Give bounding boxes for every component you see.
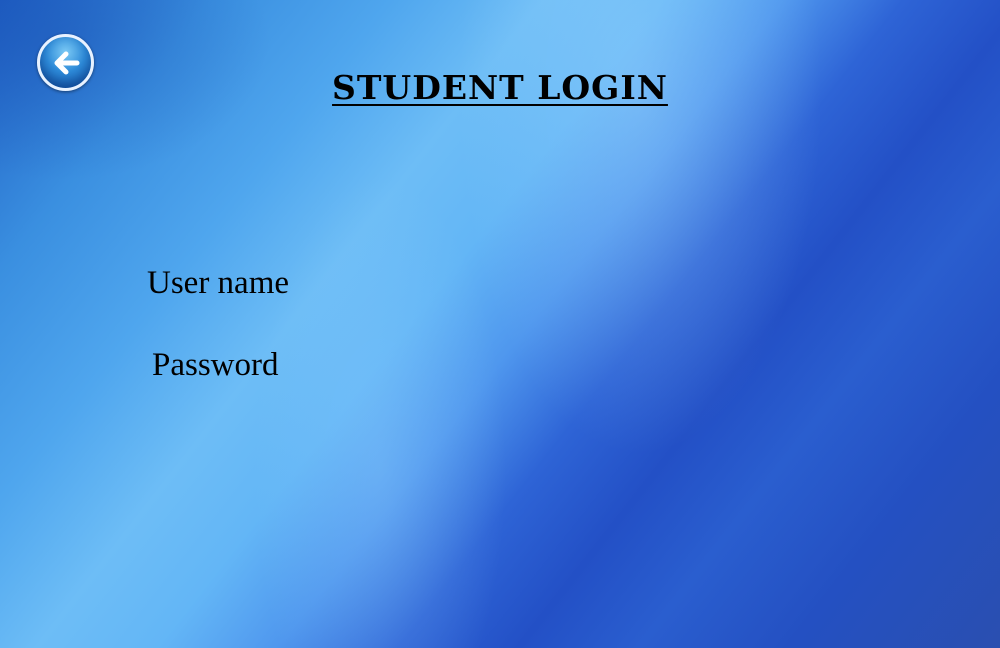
username-label: User name	[147, 265, 290, 301]
password-label: Password	[152, 347, 279, 383]
page-title: STUDENT LOGIN	[332, 68, 668, 107]
